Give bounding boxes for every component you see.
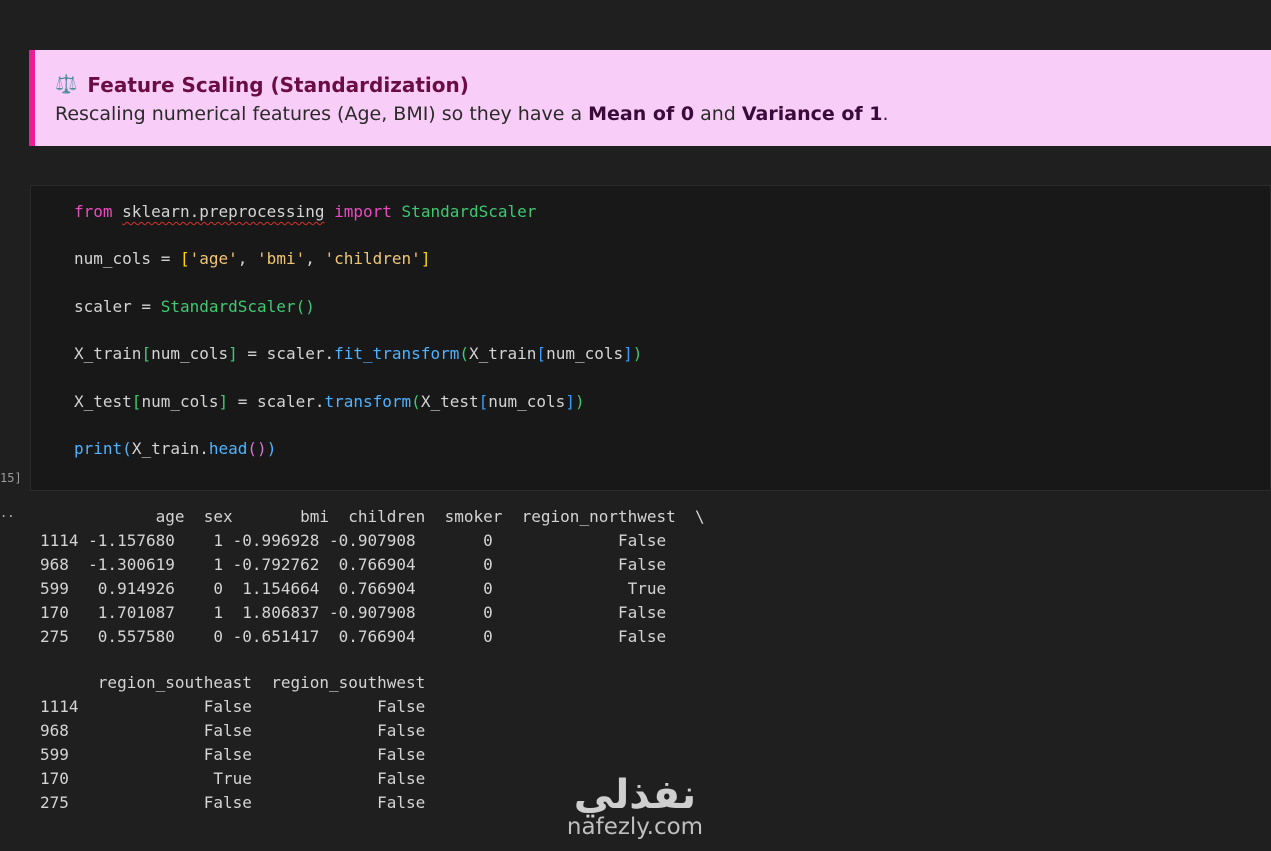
code-token: num_cols — [488, 392, 566, 411]
code-token: num_cols — [141, 392, 219, 411]
desc-bold-variance: Variance of 1 — [741, 103, 883, 125]
watermark-latin: nafezly.com — [566, 814, 704, 840]
bracket: ) — [574, 392, 585, 411]
table-row: 170 1.701087 1 1.806837 -0.907908 0 Fals… — [40, 602, 667, 622]
code-token: X_train — [468, 344, 537, 363]
markdown-cell[interactable]: ⚖️ Feature Scaling (Standardization) Res… — [29, 50, 1271, 146]
output-table-2: region_southeast region_southwest 1114 Fa… — [40, 671, 425, 814]
code-cell-editor[interactable]: from sklearn.preprocessing import Standa… — [30, 185, 1271, 491]
markdown-description: Rescaling numerical features (Age, BMI) … — [55, 101, 1271, 127]
bracket: [ — [179, 249, 190, 268]
table-row: 599 False False — [40, 744, 426, 764]
string: 'children' — [324, 249, 421, 268]
module-name: sklearn.preprocessing — [122, 202, 325, 221]
markdown-heading-text: Feature Scaling (Standardization) — [87, 73, 469, 97]
bracket: ) — [305, 297, 315, 316]
code-line-5[interactable]: X_test[num_cols] = scaler.transform(X_te… — [74, 391, 585, 413]
bracket: ( — [122, 439, 132, 458]
method-name: transform — [324, 392, 412, 411]
desc-text-3: . — [882, 103, 889, 125]
table-row: 968 False False — [40, 720, 426, 740]
code-token: num_cols — [151, 344, 229, 363]
code-token: X_test — [74, 392, 132, 411]
code-line-1[interactable]: from sklearn.preprocessing import Standa… — [74, 201, 536, 223]
code-line-6[interactable]: print(X_train.head()) — [74, 438, 276, 460]
watermark-arabic: نفذلي — [574, 772, 696, 818]
bracket: ) — [632, 344, 643, 363]
string: 'bmi' — [257, 249, 306, 268]
bracket: ] — [623, 344, 633, 363]
class-name: StandardScaler — [160, 297, 296, 316]
function-name: print — [74, 439, 123, 458]
table-header: age sex bmi children smoker region_north… — [40, 507, 705, 526]
table-row: 1114 -1.157680 1 -0.996928 -0.907908 0 F… — [40, 530, 667, 550]
bracket: ( — [247, 439, 258, 458]
output-menu-icon[interactable]: .. — [0, 506, 14, 520]
table-row: 968 -1.300619 1 -0.792762 0.766904 0 Fal… — [40, 554, 667, 574]
code-token: X_test — [420, 392, 479, 411]
bracket: ] — [218, 392, 229, 411]
code-token: num_cols — [546, 344, 624, 363]
table-row: 275 0.557580 0 -0.651417 0.766904 0 Fals… — [40, 626, 667, 646]
table-row: 170 True False — [40, 768, 426, 788]
string: 'age' — [189, 249, 238, 268]
bracket: [ — [478, 392, 489, 411]
bracket: ] — [565, 392, 575, 411]
bracket: ] — [420, 249, 431, 268]
kw-from: from — [74, 202, 113, 221]
code-line-2[interactable]: num_cols = ['age', 'bmi', 'children'] — [74, 248, 430, 270]
nafezly-logo-icon: نفذلي — [574, 772, 696, 818]
code-token: , — [237, 249, 258, 268]
code-line-3[interactable]: scaler = StandardScaler() — [74, 296, 315, 318]
class-name: StandardScaler — [401, 202, 537, 221]
table-header: region_southeast region_southwest — [40, 673, 426, 692]
code-token: scaler = — [74, 297, 161, 316]
balance-scale-icon: ⚖️ — [55, 74, 78, 95]
execution-count: 15] — [0, 471, 22, 485]
bracket: [ — [536, 344, 547, 363]
code-token: = scaler. — [237, 344, 335, 363]
table-row: 275 False False — [40, 792, 426, 812]
bracket: ) — [257, 439, 267, 458]
code-token: , — [305, 249, 325, 268]
table-row: 599 0.914926 0 1.154664 0.766904 0 True — [40, 578, 667, 598]
kw-import: import — [334, 202, 392, 221]
code-token: num_cols = — [74, 249, 180, 268]
bracket: ) — [266, 439, 277, 458]
method-name: head — [208, 439, 248, 458]
code-token: X_train — [74, 344, 142, 363]
method-name: fit_transform — [334, 344, 460, 363]
code-token: X_train. — [131, 439, 209, 458]
bracket: ( — [411, 392, 421, 411]
bracket: [ — [131, 392, 142, 411]
nafezly-watermark: نفذلي nafezly.com — [555, 768, 715, 848]
bracket: ( — [295, 297, 306, 316]
desc-text-2: and — [694, 103, 742, 125]
bracket: ( — [459, 344, 469, 363]
output-table-1: age sex bmi children smoker region_north… — [40, 505, 705, 648]
bracket: [ — [141, 344, 152, 363]
table-row: 1114 False False — [40, 696, 426, 716]
markdown-heading: ⚖️ Feature Scaling (Standardization) — [55, 72, 1271, 98]
desc-bold-mean: Mean of 0 — [588, 103, 695, 125]
desc-text-1: Rescaling numerical features (Age, BMI) … — [55, 103, 589, 125]
bracket: ] — [228, 344, 238, 363]
code-line-4[interactable]: X_train[num_cols] = scaler.fit_transform… — [74, 343, 642, 365]
code-token: = scaler. — [228, 392, 325, 411]
